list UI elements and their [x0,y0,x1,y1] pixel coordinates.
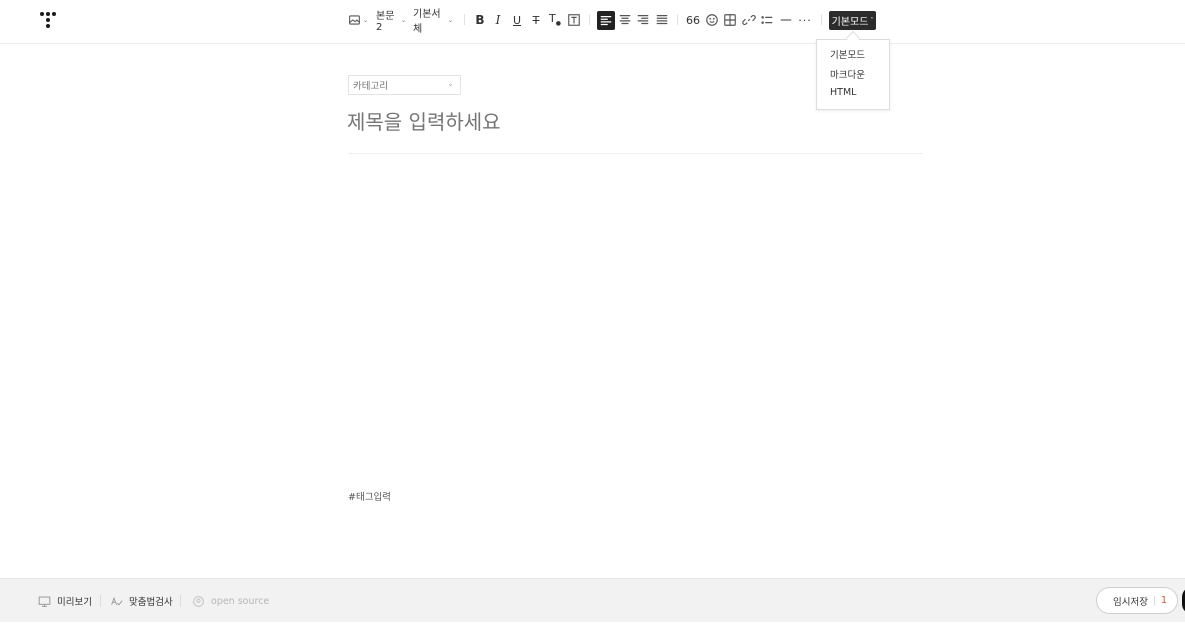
spellcheck-button[interactable]: 맞춤법검사 [110,579,173,623]
chevron-down-icon: ⌄ [400,16,406,24]
italic-button[interactable]: I [491,10,505,30]
temp-save-button[interactable]: 임시저장 1 [1096,587,1178,614]
text-color-icon: T● [549,12,561,28]
category-select[interactable]: 카테고리 ⌄ [348,75,461,95]
toolbar-divider [677,14,678,25]
spellcheck-label: 맞춤법검사 [129,597,173,608]
text-color-button[interactable]: T● [547,10,563,30]
editor-mode-menu: 기본모드 마크다운 HTML [816,39,890,110]
quote-button[interactable]: 66 [684,10,702,30]
strikethrough-icon: T [532,13,540,27]
strikethrough-button[interactable]: T [529,10,543,30]
editor-mode-button[interactable]: 기본모드 ˄ [829,11,876,30]
underline-icon: U [512,13,522,27]
align-right-icon [637,15,649,25]
bullet-list-icon [761,16,773,24]
bold-icon: B [475,13,485,27]
align-right-button[interactable] [634,10,652,30]
chevron-down-icon: ⌄ [447,16,453,24]
editor-footer: 미리보기 맞춤법검사 open source 임시저장 1 [0,578,1185,622]
category-placeholder: 카테고리 [353,81,388,92]
link-button[interactable] [740,10,758,30]
open-source-label: open source [211,595,270,607]
menu-item-html[interactable]: HTML [830,87,856,98]
temp-save-count[interactable]: 1 [1161,595,1167,606]
more-icon: ··· [798,13,812,27]
underline-button[interactable]: U [510,10,524,30]
title-divider [348,153,923,154]
paragraph-style-select[interactable]: 본문2 ⌄ [376,10,406,33]
paragraph-style-label: 본문2 [376,11,395,33]
link-icon [742,15,756,25]
text-background-icon [568,14,580,26]
table-icon [724,14,736,26]
align-left-button[interactable] [597,11,615,30]
toolbar-divider [821,14,822,25]
align-left-icon [600,15,612,25]
bullet-list-button[interactable] [758,10,776,30]
spellcheck-icon [111,596,123,605]
toolbar-divider [464,14,465,25]
chevron-up-icon: ˄ [870,17,874,24]
preview-label: 미리보기 [57,597,92,608]
menu-item-basic-mode[interactable]: 기본모드 [830,47,865,61]
horizontal-line-icon [780,19,792,21]
menu-item-markdown[interactable]: 마크다운 [830,67,865,81]
temp-save-divider [1153,595,1155,606]
more-options-button[interactable]: ··· [796,10,814,30]
editor-toolbar: ⌄ 본문2 ⌄ 기본서체 ⌄ B I U T T● 66 ··· 기본모드 ˄ [0,0,1185,44]
align-justify-icon [656,15,668,25]
horizontal-rule-button[interactable] [777,10,795,30]
monitor-icon [38,596,51,607]
post-title-input[interactable] [347,106,922,138]
chevron-down-icon: ⌄ [447,79,454,88]
font-family-select[interactable]: 기본서체 ⌄ [413,9,453,35]
font-family-label: 기본서체 [413,9,441,35]
quote-icon: 66 [686,13,700,27]
image-insert-button[interactable]: ⌄ [348,10,368,30]
tag-input[interactable]: #태그입력 [348,489,391,503]
open-source-icon [193,595,204,607]
open-source-link[interactable]: open source [192,579,269,623]
table-button[interactable] [721,10,739,30]
align-justify-button[interactable] [653,10,671,30]
align-center-button[interactable] [616,10,634,30]
preview-button[interactable]: 미리보기 [38,579,92,623]
emoticon-button[interactable] [703,10,721,30]
text-background-button[interactable] [566,10,582,30]
smile-icon [706,14,718,26]
tistory-logo-icon[interactable] [38,12,58,30]
footer-divider [100,595,101,607]
image-icon [349,15,360,25]
italic-icon: I [495,13,501,27]
temp-save-label: 임시저장 [1113,596,1148,608]
toolbar-divider [589,14,590,25]
footer-divider [180,595,181,607]
editor-mode-label: 기본모드 [831,17,869,28]
bold-button[interactable]: B [472,10,488,30]
align-center-icon [619,15,631,25]
